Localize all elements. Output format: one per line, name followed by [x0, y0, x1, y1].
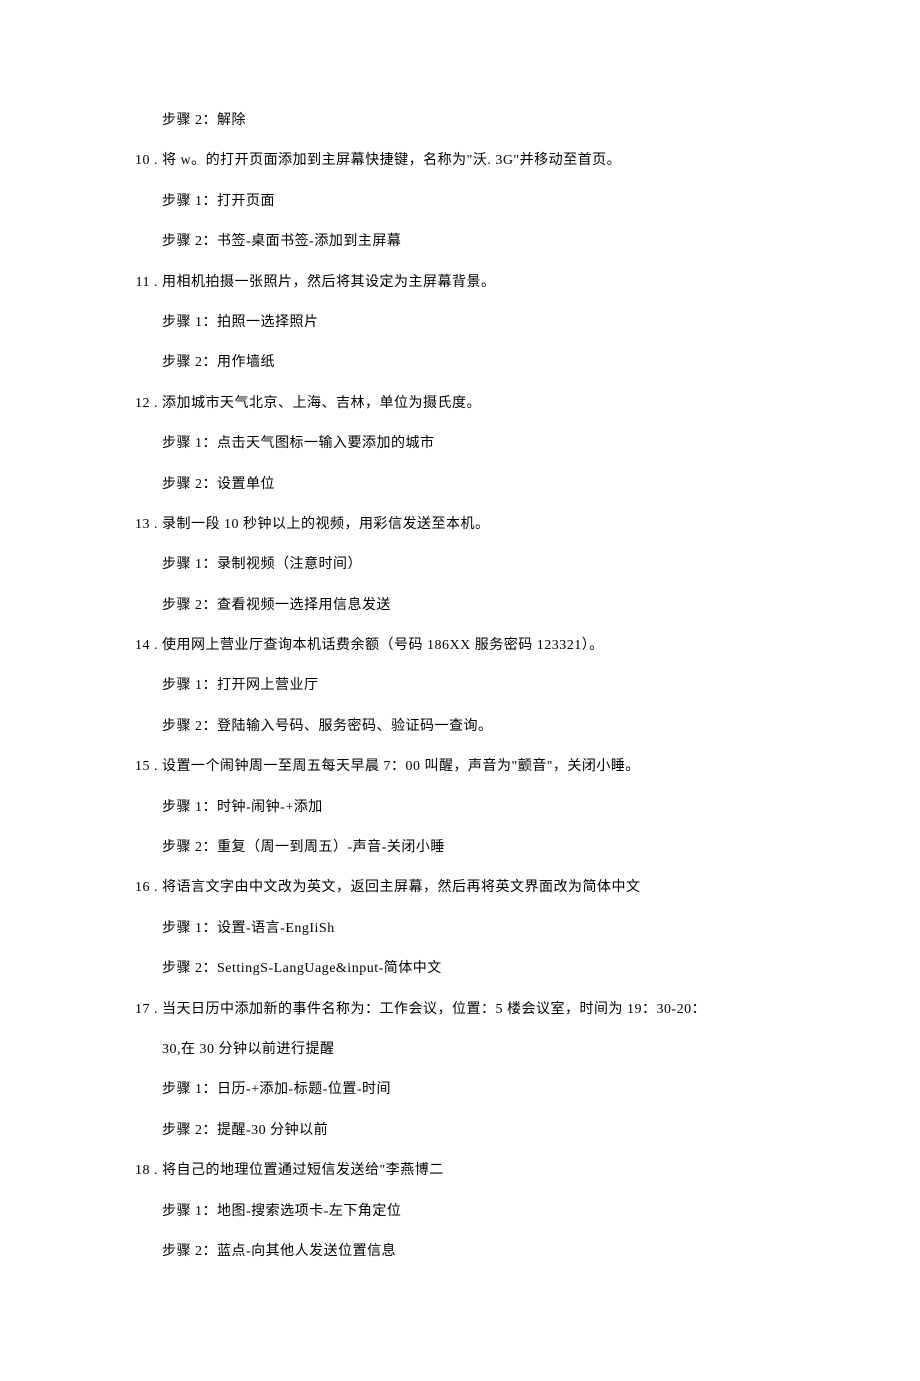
numbered-item: 16 .将语言文字由中文改为英文，返回主屏幕，然后再将英文界面改为简体中文	[130, 877, 790, 899]
item-text: 用相机拍摄一张照片，然后将其设定为主屏幕背景。	[162, 272, 790, 294]
item-number: 14 .	[130, 635, 162, 657]
item-text: 设置一个闹钟周一至周五每天早晨 7：00 叫醒，声音为"颤音"，关闭小睡。	[162, 756, 790, 778]
item-text: 使用网上营业厅查询本机话费余额（号码 186XX 服务密码 123321）。	[162, 635, 790, 657]
step-line: 步骤 2：登陆输入号码、服务密码、验证码一查询。	[130, 716, 790, 738]
item-number: 10 .	[130, 150, 162, 172]
step-line: 步骤 2：查看视频一选择用信息发送	[130, 595, 790, 617]
document-page: 步骤 2：解除 10 .将 w。的打开页面添加到主屏幕快捷键，名称为"沃. 3G"…	[0, 0, 920, 1381]
step-line: 步骤 2：用作墙纸	[130, 352, 790, 374]
numbered-item: 17 .当天日历中添加新的事件名称为：工作会议，位置：5 楼会议室，时间为 19…	[130, 999, 790, 1021]
numbered-item: 11 .用相机拍摄一张照片，然后将其设定为主屏幕背景。	[130, 272, 790, 294]
numbered-item: 10 .将 w。的打开页面添加到主屏幕快捷键，名称为"沃. 3G"并移动至首页。	[130, 150, 790, 172]
item-number: 12 .	[130, 393, 162, 415]
item-text: 将 w。的打开页面添加到主屏幕快捷键，名称为"沃. 3G"并移动至首页。	[162, 150, 790, 172]
item-text: 添加城市天气北京、上海、吉林，单位为摄氏度。	[162, 393, 790, 415]
step-line: 步骤 1：打开页面	[130, 191, 790, 213]
step-line: 步骤 1：打开网上营业厅	[130, 675, 790, 697]
step-line: 步骤 2：蓝点-向其他人发送位置信息	[130, 1241, 790, 1263]
item-text: 将自己的地理位置通过短信发送给"李燕博二	[162, 1160, 790, 1182]
step-line: 步骤 1：录制视频（注意时间）	[130, 554, 790, 576]
step-line: 步骤 2：书签-桌面书签-添加到主屏幕	[130, 231, 790, 253]
step-line: 步骤 1：日历-+添加-标题-位置-时间	[130, 1079, 790, 1101]
item-number: 11 .	[130, 272, 162, 294]
item-number: 16 .	[130, 877, 162, 899]
step-line: 步骤 2：重复（周一到周五）-声音-关闭小睡	[130, 837, 790, 859]
item-number: 15 .	[130, 756, 162, 778]
numbered-item: 13 .录制一段 10 秒钟以上的视频，用彩信发送至本机。	[130, 514, 790, 536]
step-line: 步骤 1：地图-搜索选项卡-左下角定位	[130, 1201, 790, 1223]
step-line: 步骤 2：SettingS-LangUage&input-简体中文	[130, 958, 790, 980]
step-line: 步骤 1：设置-语言-EngIiSh	[130, 918, 790, 940]
numbered-item: 12 .添加城市天气北京、上海、吉林，单位为摄氏度。	[130, 393, 790, 415]
step-line: 步骤 1：点击天气图标一输入要添加的城市	[130, 433, 790, 455]
step-line: 步骤 2：提醒-30 分钟以前	[130, 1120, 790, 1142]
item-text: 录制一段 10 秒钟以上的视频，用彩信发送至本机。	[162, 514, 790, 536]
numbered-item: 15 .设置一个闹钟周一至周五每天早晨 7：00 叫醒，声音为"颤音"，关闭小睡…	[130, 756, 790, 778]
step-line: 步骤 1：时钟-闹钟-+添加	[130, 797, 790, 819]
numbered-item: 14 .使用网上营业厅查询本机话费余额（号码 186XX 服务密码 123321…	[130, 635, 790, 657]
item-text: 将语言文字由中文改为英文，返回主屏幕，然后再将英文界面改为简体中文	[162, 877, 790, 899]
step-line: 步骤 1：拍照一选择照片	[130, 312, 790, 334]
item-text: 当天日历中添加新的事件名称为：工作会议，位置：5 楼会议室，时间为 19：30-…	[162, 999, 790, 1021]
step-line: 步骤 2：解除	[130, 110, 790, 132]
item-number: 17 .	[130, 999, 162, 1021]
item-number: 18 .	[130, 1160, 162, 1182]
item-continuation: 30,在 30 分钟以前进行提醒	[130, 1039, 790, 1061]
step-line: 步骤 2：设置单位	[130, 474, 790, 496]
item-number: 13 .	[130, 514, 162, 536]
numbered-item: 18 .将自己的地理位置通过短信发送给"李燕博二	[130, 1160, 790, 1182]
